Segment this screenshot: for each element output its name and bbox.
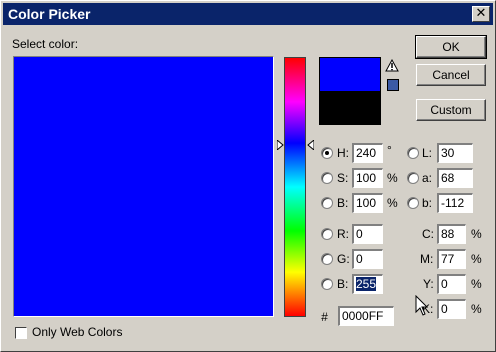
blue-field[interactable]: 255 — [352, 274, 383, 294]
red-field[interactable]: 0 — [352, 224, 383, 244]
green-label: G: — [337, 252, 350, 266]
lab-b-field[interactable]: -112 — [437, 193, 473, 213]
green-field[interactable]: 0 — [352, 249, 383, 269]
blue-label: B: — [337, 277, 349, 291]
hue-label: H: — [337, 146, 349, 160]
magenta-field[interactable]: 77 — [437, 249, 466, 269]
brightness-radio[interactable] — [321, 197, 333, 209]
lab-l-field[interactable]: 30 — [437, 143, 473, 163]
mouse-cursor-icon — [415, 295, 429, 316]
close-icon: ✕ — [475, 6, 487, 21]
brightness-unit: % — [387, 196, 398, 210]
cyan-unit: % — [471, 227, 482, 241]
blue-radio[interactable] — [321, 278, 333, 290]
title-bar[interactable]: Color Picker ✕ — [3, 3, 493, 25]
ok-button[interactable]: OK — [415, 35, 487, 59]
hex-label: # — [321, 310, 328, 324]
dialog-title: Color Picker — [8, 6, 91, 22]
hue-field[interactable]: 240 — [352, 143, 383, 163]
red-label: R: — [337, 227, 349, 241]
new-color-swatch — [320, 58, 380, 91]
only-web-colors-checkbox[interactable] — [15, 327, 27, 339]
hue-radio[interactable] — [321, 147, 333, 159]
close-button[interactable]: ✕ — [472, 6, 490, 22]
gamut-color-swatch[interactable] — [387, 79, 399, 91]
black-unit: % — [471, 302, 482, 316]
hue-slider[interactable] — [284, 57, 306, 317]
lab-a-field[interactable]: 68 — [437, 168, 473, 188]
yellow-field[interactable]: 0 — [437, 274, 466, 294]
brightness-field[interactable]: 100 — [352, 193, 383, 213]
lab-b-label: b: — [422, 196, 433, 210]
saturation-label: S: — [337, 171, 349, 185]
saturation-radio[interactable] — [321, 172, 333, 184]
slider-right-arrow-icon[interactable] — [307, 140, 314, 150]
green-radio[interactable] — [321, 253, 333, 265]
magenta-unit: % — [471, 252, 482, 266]
saturation-unit: % — [387, 171, 398, 185]
hue-unit: ° — [387, 143, 392, 157]
magenta-label: M: — [420, 252, 434, 266]
color-preview — [319, 57, 381, 125]
color-field-frame — [13, 56, 274, 317]
lab-a-radio[interactable] — [407, 172, 419, 184]
black-field[interactable]: 0 — [437, 299, 466, 319]
select-color-label: Select color: — [12, 37, 79, 51]
slider-left-arrow-icon[interactable] — [277, 140, 284, 150]
lab-l-label: L: — [422, 146, 433, 160]
color-field[interactable] — [14, 57, 273, 316]
cyan-field[interactable]: 88 — [437, 224, 466, 244]
lab-a-label: a: — [422, 171, 433, 185]
lab-l-radio[interactable] — [407, 147, 419, 159]
yellow-unit: % — [471, 277, 482, 291]
color-picker-dialog: Color Picker ✕ Select color: OK Cancel C… — [0, 0, 496, 352]
cyan-label: C: — [422, 227, 434, 241]
only-web-colors-label[interactable]: Only Web Colors — [32, 325, 122, 339]
blue-value-selected: 255 — [356, 277, 377, 291]
yellow-label: Y: — [423, 277, 434, 291]
gamut-warning-icon[interactable] — [385, 59, 399, 72]
cancel-button[interactable]: Cancel — [416, 64, 486, 86]
original-color-swatch[interactable] — [320, 91, 380, 124]
hex-field[interactable]: 0000FF — [338, 306, 394, 326]
saturation-field[interactable]: 100 — [352, 168, 383, 188]
custom-button[interactable]: Custom — [416, 99, 486, 121]
lab-b-radio[interactable] — [407, 197, 419, 209]
red-radio[interactable] — [321, 228, 333, 240]
brightness-label: B: — [337, 196, 349, 210]
